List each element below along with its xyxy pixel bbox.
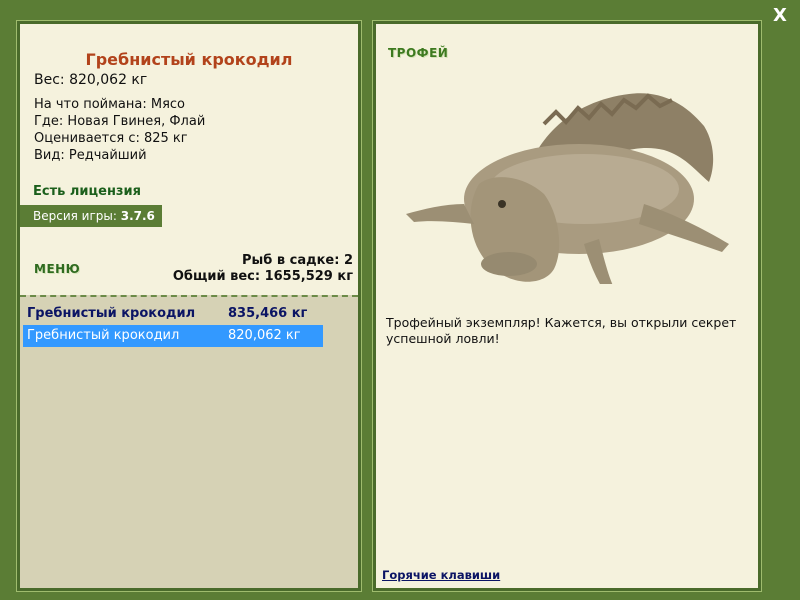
keep-item-name: Гребнистый крокодил [27,328,180,343]
license-status: Есть лицензия [33,184,141,199]
version-label: Версия игры: [33,209,117,223]
trophy-message: Трофейный экземпляр! Кажется, вы открыли… [386,315,737,346]
keep-item-weight: 835,466 кг [228,306,308,321]
keep-list-item-selected[interactable]: Гребнистый крокодил 820,062 кг [23,325,323,347]
hotkeys-link[interactable]: Горячие клавиши [382,568,500,582]
keep-list-item[interactable]: Гребнистый крокодил 835,466 кг [23,303,323,325]
version-value: 3.7.6 [120,209,155,223]
trophy-label: ТРОФЕЙ [388,46,449,60]
rarity-info: Вид: Редчайший [34,148,147,163]
menu-button[interactable]: МЕНЮ [34,262,80,276]
catch-info-content: Гребнистый крокодил Вес: 820,062 кг На ч… [20,24,358,588]
keep-item-weight: 820,062 кг [228,328,301,343]
valued-from-info: Оценивается с: 825 кг [34,131,188,146]
fish-title: Гребнистый крокодил [85,50,293,69]
trophy-panel: ТРОФЕЙ Трофейный экземпляр! Кажется, вы … [372,20,762,592]
keep-total-weight: Общий вес: 1655,529 кг [172,269,353,284]
version-bar: Версия игры: 3.7.6 [20,205,162,227]
catch-info-panel: Гребнистый крокодил Вес: 820,062 кг На ч… [16,20,362,592]
keep-list: Гребнистый крокодил 835,466 кг Гребнисты… [20,295,358,588]
bait-info: На что поймана: Мясо [34,97,186,112]
fish-weight: Вес: 820,062 кг [34,72,148,88]
crocodile-image [406,93,729,284]
keep-summary: Рыб в садке: 2 Общий вес: 1655,529 кг [173,253,353,285]
trophy-content: ТРОФЕЙ Трофейный экземпляр! Кажется, вы … [376,24,758,588]
keep-item-name: Гребнистый крокодил [27,306,196,321]
fish-details: На что поймана: Мясо Где: Новая Гвинея, … [34,96,205,164]
close-button[interactable]: X [770,6,790,26]
location-info: Где: Новая Гвинея, Флай [34,114,206,129]
keep-count: Рыб в садке: 2 [241,253,353,268]
